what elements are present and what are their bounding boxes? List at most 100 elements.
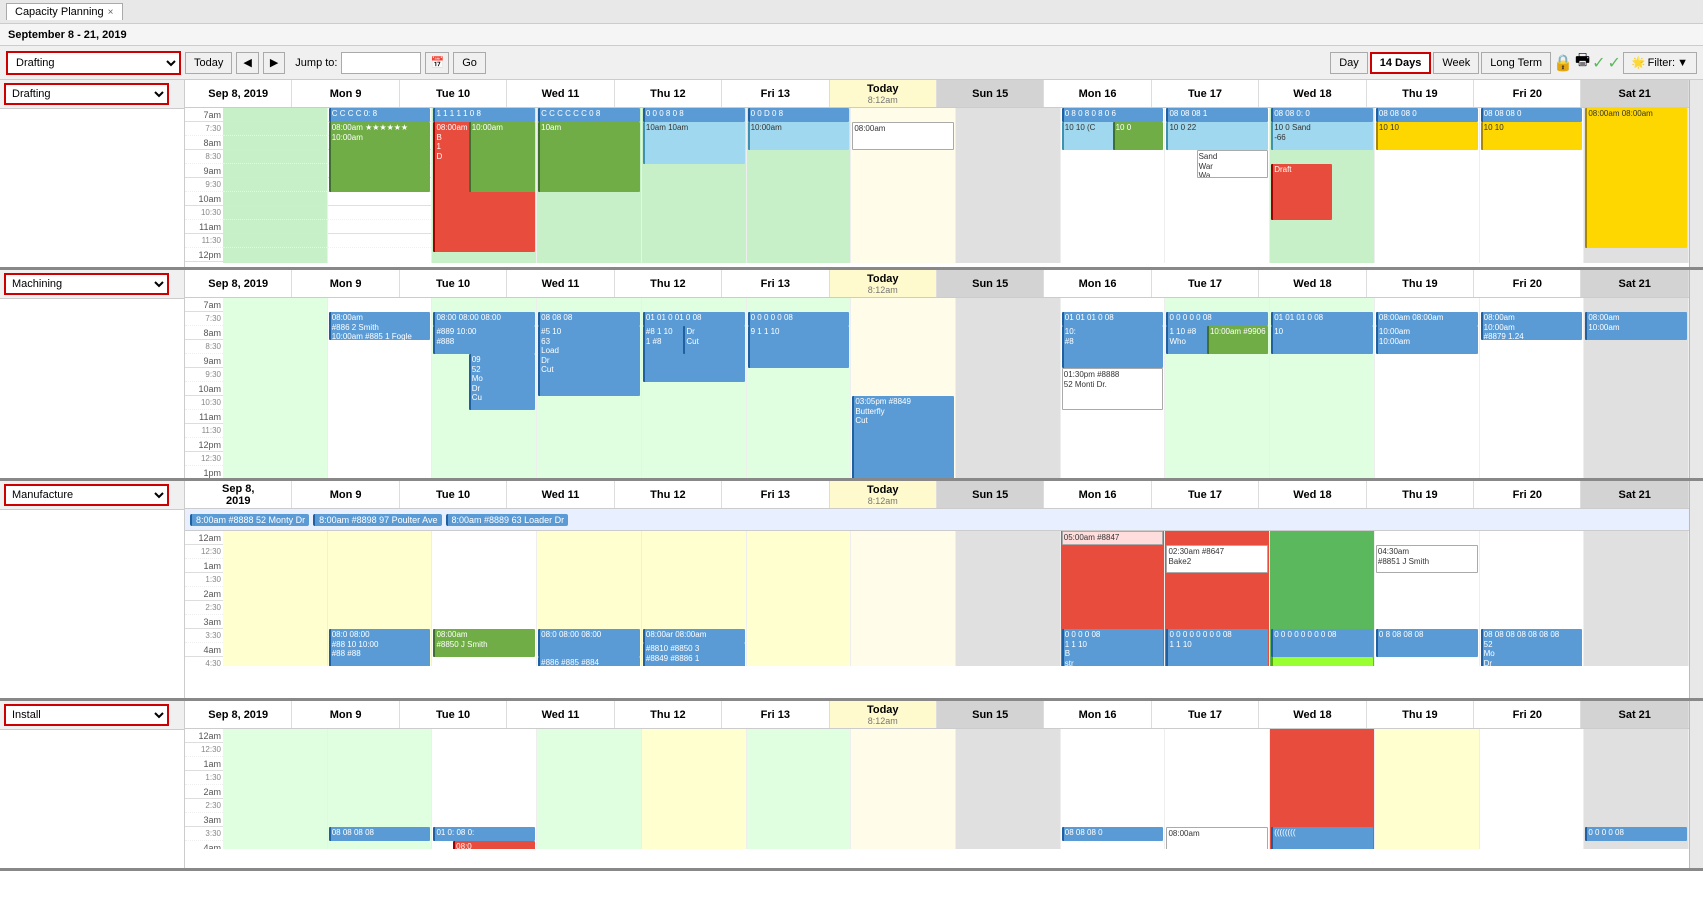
mach-event-fri13-1[interactable]: 0 0 0 0 0 08 bbox=[748, 312, 850, 326]
mach-event-mon16-1[interactable]: 01 01 01 0 08 bbox=[1062, 312, 1164, 326]
next-button[interactable]: ▶ bbox=[263, 52, 285, 74]
mfg-event-thu19-white[interactable]: 04:30am#8851 J Smith bbox=[1376, 545, 1478, 573]
drafting-event-today[interactable]: 08:00am bbox=[852, 122, 954, 150]
inst-event-tue17-1[interactable]: 08:00am bbox=[1166, 827, 1268, 849]
mach-event-mon9-blue[interactable]: 08:00am#886 2 Smith10:00am #885 1 Fogle bbox=[329, 312, 431, 340]
drafting-event-tue10-green[interactable]: 10:00am bbox=[469, 122, 535, 192]
filter-button[interactable]: 🌟 Filter: ▼ bbox=[1623, 52, 1697, 74]
mfg-event-wed18-lime[interactable] bbox=[1271, 657, 1373, 666]
mach-event-today-butterfly[interactable]: 03:05pm #8849ButterflyCut bbox=[852, 396, 954, 478]
go-button[interactable]: Go bbox=[453, 52, 486, 74]
mfg-event-wed11-2[interactable]: #886 #885 #884#8849 Butterfly bbox=[538, 657, 640, 666]
jump-to-input[interactable] bbox=[341, 52, 421, 74]
check-icon[interactable]: ✓ bbox=[1592, 53, 1605, 73]
mfg-event-mon16-top[interactable]: 05:00am #8847Baker2 bbox=[1062, 531, 1164, 545]
mach-event-thu19-2[interactable]: 10:00am10:00am bbox=[1376, 326, 1478, 354]
drafting-event-fri13-cyan[interactable]: 10:00am bbox=[748, 122, 850, 150]
manufacture-dropdown[interactable]: Manufacture bbox=[4, 484, 169, 506]
mfg-event-wed11-1[interactable]: 08:0 08:00 08:00 bbox=[538, 629, 640, 657]
mfg-chip-3[interactable]: 8:00am #8889 63 Loader Dr bbox=[446, 514, 569, 526]
drafting-event-mon16-1[interactable]: 0 8 0 8 0 8 0 6 bbox=[1062, 108, 1164, 122]
inst-event-mon9-1[interactable]: 08 08 08 08 bbox=[329, 827, 431, 841]
drafting-event-wed11-green[interactable]: 10am bbox=[538, 122, 640, 192]
machining-scrollbar[interactable] bbox=[1689, 270, 1703, 478]
14days-view-button[interactable]: 14 Days bbox=[1370, 52, 1432, 74]
inst-event-mon16-1[interactable]: 08 08 08 0 bbox=[1062, 827, 1164, 841]
calendar-picker-button[interactable]: 📅 bbox=[425, 52, 449, 74]
mach-event-tue10-2[interactable]: #889 10:00#888 bbox=[433, 326, 535, 354]
drafting-event-thu12-cyan[interactable]: 10am 10am bbox=[643, 122, 745, 164]
mfg-event-tue10-green[interactable]: 08:00am#8850 J Smith bbox=[433, 629, 535, 657]
mach-event-thu19-1[interactable]: 08:00am 08:00am bbox=[1376, 312, 1478, 326]
mfg-event-fri20-1[interactable]: 08 08 08 08 08 08 0852MoDrAss bbox=[1481, 629, 1583, 666]
mfg-event-thu12-2[interactable]: #8810 #8850 3#8849 #8886 1 bbox=[643, 643, 745, 666]
resource-dropdown-main[interactable]: Drafting Machining Manufacture Install bbox=[6, 51, 181, 75]
drafting-event-sat21-yellow[interactable]: 08:00am 08:00am bbox=[1585, 108, 1687, 248]
mach-event-tue17-green[interactable]: 10:00am #9906 bbox=[1207, 326, 1268, 354]
mach-event-thu12-1[interactable]: 01 01 0 01 0 08 bbox=[643, 312, 745, 326]
day-view-button[interactable]: Day bbox=[1330, 52, 1368, 74]
drafting-event-wed11-1[interactable]: C C C C C C 0 8 bbox=[538, 108, 640, 122]
mach-event-wed18-1[interactable]: 01 01 01 0 08 bbox=[1271, 312, 1373, 326]
mach-event-fri20-1[interactable]: 08:00am10:00am#8879 1.24 bbox=[1481, 312, 1583, 340]
mfg-col-fri13 bbox=[747, 531, 852, 666]
drafting-event-wed18-red[interactable]: Draft bbox=[1271, 164, 1332, 220]
mfg-chip-2[interactable]: 8:00am #8898 97 Poulter Ave bbox=[313, 514, 441, 526]
mach-event-wed11-big[interactable]: #5 1063LoadDrCut bbox=[538, 326, 640, 396]
check2-icon[interactable]: ✓ bbox=[1608, 53, 1621, 73]
drafting-dropdown[interactable]: Drafting bbox=[4, 83, 169, 105]
inst-event-tue10-red[interactable]: 08:0 bbox=[453, 841, 535, 849]
sections-container[interactable]: Drafting Sep 8, 2019 Mon 9 Tue 10 Wed 11… bbox=[0, 80, 1703, 918]
mach-event-tue17-1[interactable]: 0 0 0 0 0 08 bbox=[1166, 312, 1268, 326]
today-button[interactable]: Today bbox=[185, 52, 232, 74]
time-labels: 7am7:30 8am8:30 9am9:30 10am10:30 11am11… bbox=[185, 108, 223, 263]
drafting-event-thu19-1[interactable]: 08 08 08 0 bbox=[1376, 108, 1478, 122]
mach-event-mon16-white[interactable]: 01:30pm #888852 Monti Dr. bbox=[1062, 368, 1164, 410]
drafting-event-thu19-yellow[interactable]: 10 10 bbox=[1376, 122, 1478, 150]
drafting-event-wed18-1[interactable]: 08 08 0: 0 bbox=[1271, 108, 1373, 122]
inst-event-wed18-1[interactable]: (((((((( bbox=[1271, 827, 1373, 849]
mfg-event-thu12-1[interactable]: 08:00ar 08:00am bbox=[643, 629, 745, 643]
install-scrollbar[interactable] bbox=[1689, 701, 1703, 868]
drafting-event-mon16-green[interactable]: 10 0 bbox=[1113, 122, 1164, 150]
drafting-event-fri20-yellow[interactable]: 10 10 bbox=[1481, 122, 1583, 150]
drafting-event-tue17-white[interactable]: SandWarWa bbox=[1197, 150, 1269, 178]
mach-event-sat21-1[interactable]: 08:00am10:00am bbox=[1585, 312, 1687, 340]
drafting-event-tue10-1[interactable]: 1 1 1 1 1 0 8 bbox=[433, 108, 535, 122]
drafting-event-mon9-1[interactable]: C C C C 0: 8 bbox=[329, 108, 431, 122]
mfg-event-mon16-blue[interactable]: 0 0 0 0 081 1 10BstrAss bbox=[1062, 629, 1164, 666]
drafting-event-fri20-1[interactable]: 08 08 08 0 bbox=[1481, 108, 1583, 122]
prev-button[interactable]: ◀ bbox=[236, 52, 258, 74]
mfg-col-sat21 bbox=[1584, 531, 1689, 666]
longterm-view-button[interactable]: Long Term bbox=[1481, 52, 1551, 74]
mfg-chip-1[interactable]: 8:00am #8888 52 Monty Dr bbox=[190, 514, 309, 526]
drafting-event-tue17-1[interactable]: 08 08 08 1 bbox=[1166, 108, 1268, 122]
mach-event-thu12-dr[interactable]: DrCut bbox=[683, 326, 744, 354]
mfg-event-tue17-02:30[interactable]: 02:30am #8647Bake2 bbox=[1166, 545, 1268, 573]
close-icon[interactable]: × bbox=[108, 7, 114, 18]
drafting-event-fri13-1[interactable]: 0 0 D 0 8 bbox=[748, 108, 850, 122]
print-icon[interactable]: 🖶 bbox=[1575, 49, 1590, 76]
lock-icon[interactable]: 🔒 bbox=[1553, 53, 1573, 73]
drafting-event-wed18-cyan[interactable]: 10 0 Sand-66 bbox=[1271, 122, 1373, 150]
mach-event-tue10-3[interactable]: 0952MoDrCu bbox=[469, 354, 535, 410]
mach-event-fri13-2[interactable]: 9 1 1 10 bbox=[748, 326, 850, 368]
mfg-event-tue17-blue[interactable]: 0 0 0 0 0 0 0 0 081 1 10 bbox=[1166, 629, 1268, 666]
week-view-button[interactable]: Week bbox=[1433, 52, 1479, 74]
drafting-scrollbar[interactable] bbox=[1689, 80, 1703, 267]
machining-dropdown[interactable]: Machining bbox=[4, 273, 169, 295]
mfg-event-wed18-1[interactable]: 0 0 0 0 0 0 0 0 08 bbox=[1271, 629, 1373, 657]
mach-event-tue10-1[interactable]: 08:00 08:00 08:00 bbox=[433, 312, 535, 326]
drafting-event-tue17-cyan[interactable]: 10 0 22 bbox=[1166, 122, 1268, 150]
mach-event-mon16-2[interactable]: 10:#8 bbox=[1062, 326, 1164, 368]
drafting-event-thu12-1[interactable]: 0 0 0 8 0 8 bbox=[643, 108, 745, 122]
inst-event-tue10-1[interactable]: 01 0: 08 0: bbox=[433, 827, 535, 841]
mfg-event-thu19-blue[interactable]: 0 8 08 08 08 bbox=[1376, 629, 1478, 657]
inst-event-sat21-1[interactable]: 0 0 0 0 08 bbox=[1585, 827, 1687, 841]
mfg-event-mon9-1[interactable]: 08:0 08:00#88 10 10:00#88 #88 bbox=[329, 629, 431, 666]
mach-event-wed11-1[interactable]: 08 08 08 bbox=[538, 312, 640, 326]
install-dropdown[interactable]: Install bbox=[4, 704, 169, 726]
drafting-event-mon9-2[interactable]: 08:00am ★★★★★★ 10:00am bbox=[329, 122, 431, 192]
mach-event-wed18-2[interactable]: 10 bbox=[1271, 326, 1373, 354]
manufacture-scrollbar[interactable] bbox=[1689, 481, 1703, 698]
